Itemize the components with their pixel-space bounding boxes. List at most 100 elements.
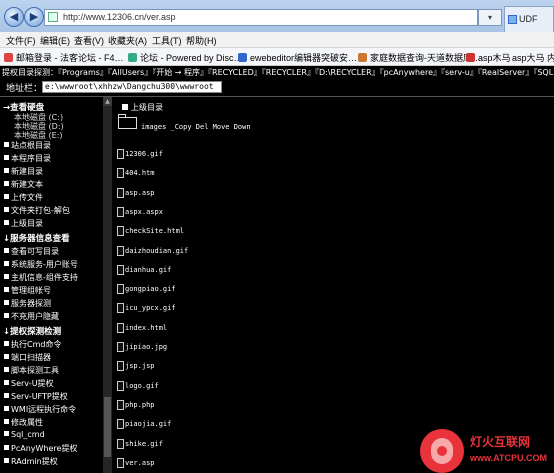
- watermark-logo-icon: [420, 429, 464, 473]
- sidebar-item-writable-dirs[interactable]: 查看可写目录: [4, 246, 59, 257]
- page-icon: [48, 12, 58, 22]
- scroll-up-icon[interactable]: ▲: [103, 97, 112, 106]
- shell-address-label: 地址栏：: [6, 84, 43, 94]
- favorite-asp-trojan[interactable]: asp木马: [466, 51, 511, 64]
- file-name[interactable]: shike.gif: [125, 440, 163, 448]
- bullet-icon: [4, 458, 9, 463]
- bullet-icon: [4, 220, 9, 225]
- menu-tools[interactable]: 工具(T): [152, 34, 182, 47]
- sidebar-item-cmd[interactable]: 执行Cmd命令: [4, 339, 61, 350]
- sidebar-item-attributes[interactable]: 修改属性: [4, 417, 43, 428]
- file-name[interactable]: jsp.jsp: [125, 362, 155, 370]
- favorite-ewebeditor[interactable]: ewebeditor编辑器突破安…: [238, 51, 357, 64]
- forward-icon[interactable]: ▶: [24, 7, 44, 27]
- sidebar-item-new-dir[interactable]: 新建目录: [4, 166, 43, 177]
- file-name[interactable]: index.html: [125, 324, 167, 332]
- favorite-forum[interactable]: 论坛 - Powered by Disc…: [128, 51, 243, 64]
- file-icon: [117, 168, 124, 179]
- bullet-icon: [4, 313, 9, 318]
- file-name[interactable]: logo.gif: [125, 382, 159, 390]
- favorite-mail-login[interactable]: 邮箱登录 - 法客论坛 - F4…: [4, 51, 124, 64]
- bullet-icon: [4, 354, 9, 359]
- file-name[interactable]: 12306.gif: [125, 150, 163, 158]
- favorites-bar: 邮箱登录 - 法客论坛 - F4… 论坛 - Powered by Disc… …: [0, 48, 554, 66]
- favorite-family-db[interactable]: 家庭数据查询-天道数据库…: [358, 51, 481, 64]
- file-name[interactable]: jipiao.jpg: [125, 343, 167, 351]
- bullet-icon: [4, 142, 9, 147]
- file-icon: [117, 380, 124, 391]
- sidebar-item-radmin[interactable]: RAdmin提权: [4, 456, 58, 467]
- bullet-icon: [4, 367, 9, 372]
- menu-help[interactable]: 帮助(H): [186, 34, 217, 47]
- bullet-icon: [4, 261, 9, 266]
- address-dropdown-button[interactable]: ▾: [478, 9, 502, 26]
- menu-favorites[interactable]: 收藏夹(A): [108, 34, 147, 47]
- sidebar-item-site-root[interactable]: 站点根目录: [4, 140, 51, 151]
- bullet-icon: [4, 431, 9, 436]
- file-icon: [117, 206, 124, 217]
- sidebar-item-new-text[interactable]: 新建文本: [4, 179, 43, 190]
- parent-dir-link[interactable]: 上级目录: [122, 102, 163, 113]
- sidebar-scrollbar[interactable]: ▲: [103, 97, 112, 473]
- folder-icon[interactable]: [118, 114, 137, 129]
- bullet-icon: [4, 393, 9, 398]
- watermark-text-en: www.ATCPU.COM: [470, 453, 547, 463]
- shell-sidebar: →查看硬盘 本地磁盘 (C:) 本地磁盘 (D:) 本地磁盘 (E:) 站点根目…: [0, 97, 103, 473]
- shell-address-input[interactable]: e:\wwwroot\xhhzw\Dangchu300\wwwroot: [42, 81, 222, 93]
- file-name[interactable]: piaojia.gif: [125, 420, 171, 428]
- shell-address-row: 地址栏： e:\wwwroot\xhhzw\Dangchu300\wwwroot: [0, 79, 554, 95]
- file-name[interactable]: daizhoudian.gif: [125, 247, 188, 255]
- bullet-icon: [4, 274, 9, 279]
- file-name[interactable]: dianhua.gif: [125, 266, 171, 274]
- sidebar-item-port-scan[interactable]: 端口扫描器: [4, 352, 51, 363]
- back-icon[interactable]: ◀: [4, 7, 24, 27]
- file-name[interactable]: 404.htm: [125, 169, 155, 177]
- sidebar-item-program-dir[interactable]: 本程序目录: [4, 153, 51, 164]
- sidebar-item-services-users[interactable]: 系统服务-用户账号: [4, 259, 78, 270]
- sidebar-item-parent-dir[interactable]: 上级目录: [4, 218, 43, 229]
- scrollbar-thumb[interactable]: [104, 397, 111, 457]
- file-name[interactable]: ver.asp: [125, 459, 155, 467]
- sidebar-item-sqlcmd[interactable]: Sql_cmd: [4, 430, 45, 439]
- sidebar-item-servu[interactable]: Serv-U提权: [4, 378, 54, 389]
- file-name[interactable]: gongpiao.gif: [125, 285, 176, 293]
- file-name[interactable]: aspx.aspx: [125, 208, 163, 216]
- privilege-path-bar[interactable]: 提权目录探测：『Programs』『AllUsers』『开始 → 程序』『REC…: [0, 67, 554, 79]
- menu-view[interactable]: 查看(V): [74, 34, 104, 47]
- sidebar-item-server-probe[interactable]: 服务器探测: [4, 298, 51, 309]
- favorite-icon: [466, 53, 475, 62]
- favorite-asp-big[interactable]: asp大马 内置…: [512, 51, 554, 64]
- menu-file[interactable]: 文件(F): [6, 34, 36, 47]
- sidebar-item-upload[interactable]: 上传文件: [4, 192, 43, 203]
- file-name[interactable]: icu_ypcx.gif: [125, 304, 176, 312]
- file-icon: [117, 399, 124, 410]
- sidebar-item-wmi[interactable]: WMI远程执行命令: [4, 404, 76, 415]
- browser-tab[interactable]: UDF作…: [504, 6, 554, 48]
- tab-favicon-icon: [508, 15, 517, 24]
- bullet-icon: [4, 341, 9, 346]
- sidebar-item-admin-accounts[interactable]: 管理组帐号: [4, 285, 51, 296]
- sidebar-item-pack-unpack[interactable]: 文件夹打包-解包: [4, 205, 70, 216]
- browser-address-bar[interactable]: http://www.12306.cn/ver.asp: [44, 9, 478, 26]
- file-icon: [117, 149, 124, 159]
- privilege-header[interactable]: ↓提权探测检测: [3, 325, 61, 337]
- sidebar-item-hidden-users[interactable]: 不充用户隐藏: [4, 311, 59, 322]
- file-name[interactable]: checkSite.html: [125, 227, 184, 235]
- favorite-icon: [238, 53, 247, 62]
- sidebar-item-pcanywhere[interactable]: PcAnyWhere提权: [4, 443, 77, 454]
- watermark: 灯火互联网 www.ATCPU.COM: [420, 429, 554, 473]
- favorite-icon: [128, 53, 137, 62]
- bullet-icon: [4, 155, 9, 160]
- server-info-header[interactable]: ↓服务器信息查看: [3, 232, 70, 244]
- sidebar-item-servu-ftp[interactable]: Serv-UFTP提权: [4, 391, 68, 402]
- menu-edit[interactable]: 编辑(E): [40, 34, 70, 47]
- file-icon: [117, 419, 124, 430]
- file-name[interactable]: asp.asp: [125, 189, 155, 197]
- bullet-icon: [4, 380, 9, 385]
- bullet-icon: [4, 194, 9, 199]
- sidebar-item-script-probe[interactable]: 脚本探测工具: [4, 365, 59, 376]
- file-name[interactable]: php.php: [125, 401, 155, 409]
- folder-entry[interactable]: images _Copy Del Move Down: [141, 123, 251, 131]
- watermark-text-cn: 灯火互联网: [470, 435, 531, 449]
- sidebar-item-host-info[interactable]: 主机信息-组件支持: [4, 272, 78, 283]
